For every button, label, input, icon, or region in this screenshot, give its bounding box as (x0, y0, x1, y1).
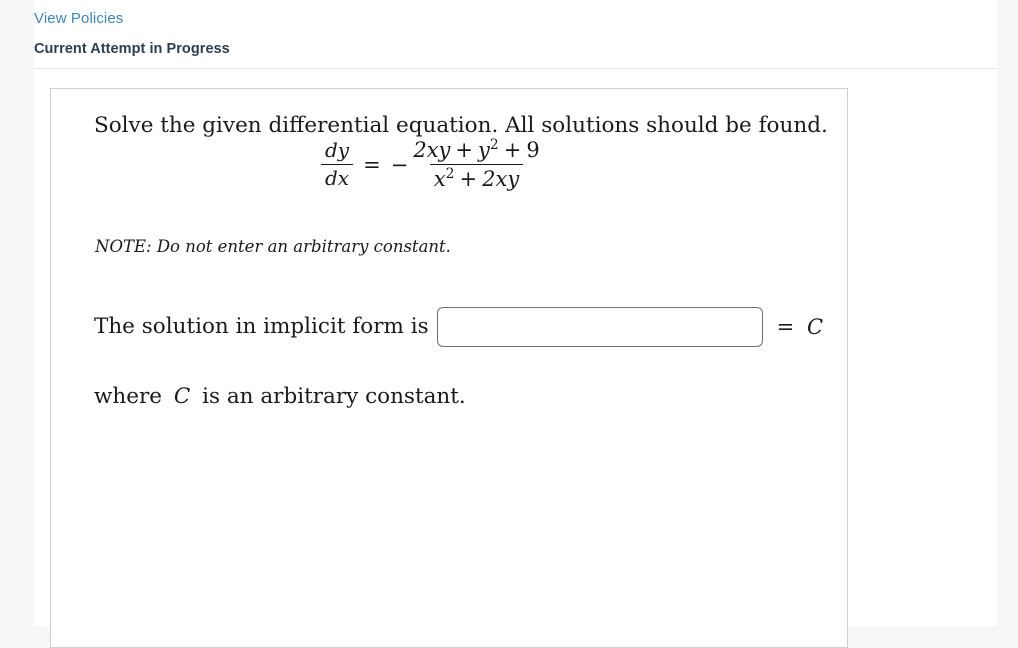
answer-row: The solution in implicit form is = C (94, 307, 823, 347)
content-panel: View Policies Current Attempt in Progres… (34, 0, 997, 648)
answer-suffix-equals: = (776, 315, 795, 339)
rhs-den-plus: + (459, 166, 478, 191)
question-prompt: Solve the given differential equation. A… (94, 113, 828, 138)
rhs-num-term-2xy: 2xy (413, 138, 451, 162)
rhs-den-term-x: x (433, 166, 446, 191)
rhs-num-exponent: 2 (489, 137, 499, 153)
rhs-den-exponent: 2 (445, 165, 455, 182)
negative-sign: − (390, 152, 409, 177)
rhs-denominator: x2 +2xy (429, 163, 524, 191)
answer-suffix-constant: C (806, 315, 824, 339)
closing-prefix: where (94, 384, 162, 409)
equals-sign: = (363, 152, 381, 177)
attempt-status-label: Current Attempt in Progress (34, 41, 230, 57)
lhs-numerator: dy (325, 138, 350, 163)
differential-equation: dy dx = − 2xy + y2 +9 x2 +2xy (321, 137, 544, 191)
closing-constant: C (173, 384, 191, 409)
rhs-numerator: 2xy + y2 +9 (409, 137, 543, 164)
rhs-num-term-9: 9 (526, 138, 540, 162)
header-divider (34, 68, 997, 69)
answer-label: The solution in implicit form is (94, 314, 429, 339)
closing-suffix: is an arbitrary constant. (202, 384, 466, 409)
page-root: View Policies Current Attempt in Progres… (0, 0, 1018, 648)
equation-rhs-fraction: 2xy + y2 +9 x2 +2xy (409, 137, 543, 191)
note-text: NOTE: Do not enter an arbitrary constant… (95, 237, 451, 256)
rhs-den-term-2xy: 2xy (482, 166, 520, 191)
equation-lhs-fraction: dy dx (321, 138, 354, 190)
lhs-denominator: dx (321, 163, 354, 190)
view-policies-link[interactable]: View Policies (34, 9, 123, 29)
rhs-num-term-y: y (478, 138, 490, 162)
implicit-solution-input[interactable] (436, 307, 763, 347)
question-card: Solve the given differential equation. A… (50, 88, 848, 648)
rhs-num-plus-1: + (455, 138, 474, 162)
closing-statement: where C is an arbitrary constant. (94, 382, 466, 412)
answer-equals-sign: = C (777, 315, 823, 339)
rhs-num-plus-2: + (503, 138, 522, 162)
